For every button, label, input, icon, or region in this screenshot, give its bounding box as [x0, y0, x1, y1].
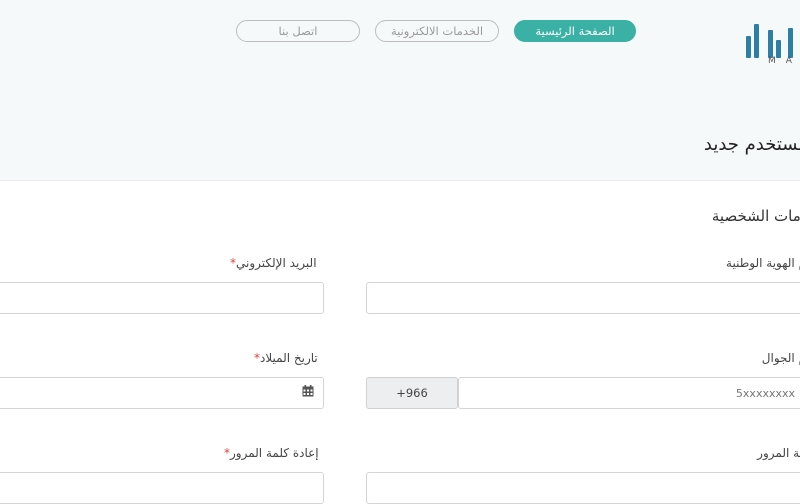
password-label-text: مة المرور [757, 446, 800, 460]
logo-bar [788, 28, 793, 58]
confirm-password-label-text: إعادة كلمة المرور [230, 446, 319, 460]
email-input[interactable] [0, 283, 323, 313]
mobile-field[interactable] [458, 377, 800, 409]
mobile-label-text: م الجوال [761, 351, 800, 365]
national-id-input[interactable] [367, 283, 800, 313]
calendar-icon[interactable] [302, 385, 314, 397]
nav-home-button[interactable]: الصفحة الرئيسية [514, 20, 636, 42]
section-title: ومات الشخصية [711, 207, 800, 225]
national-id-field[interactable] [366, 282, 800, 314]
logo-bar [768, 30, 773, 58]
birthdate-field[interactable] [0, 377, 324, 409]
national-id-label: م الهوية الوطنية [726, 256, 800, 270]
nav-contact-button[interactable]: اتصل بنا [236, 20, 360, 42]
password-field[interactable] [366, 472, 800, 504]
password-input[interactable] [367, 473, 800, 503]
logo-latin-text: MA [768, 56, 800, 66]
nav-eservices-button[interactable]: الخدمات الالكترونية [375, 20, 499, 42]
mobile-prefix: +966 [366, 377, 458, 409]
confirm-password-field[interactable] [0, 472, 324, 504]
page-title: مستخدم جديد [703, 134, 800, 155]
logo-bar [754, 24, 759, 58]
birthdate-label-text: تاريخ الميلاد [260, 351, 318, 365]
page-header: الصفحة الرئيسية الخدمات الالكترونية اتصل… [0, 0, 800, 181]
email-label: البريد الإلكتروني* [226, 256, 317, 270]
national-id-label-text: م الهوية الوطنية [726, 256, 800, 270]
logo-bar [746, 36, 751, 58]
site-logo[interactable]: MA [744, 6, 800, 66]
mobile-label: م الجوال [762, 351, 800, 365]
password-label: مة المرور [757, 446, 800, 460]
mobile-input[interactable] [459, 378, 800, 408]
confirm-password-input[interactable] [0, 473, 323, 503]
email-label-text: البريد الإلكتروني [236, 256, 317, 270]
birthdate-input[interactable] [0, 378, 323, 408]
confirm-password-label: إعادة كلمة المرور* [220, 446, 319, 460]
birthdate-label: تاريخ الميلاد* [250, 351, 318, 365]
email-field[interactable] [0, 282, 324, 314]
